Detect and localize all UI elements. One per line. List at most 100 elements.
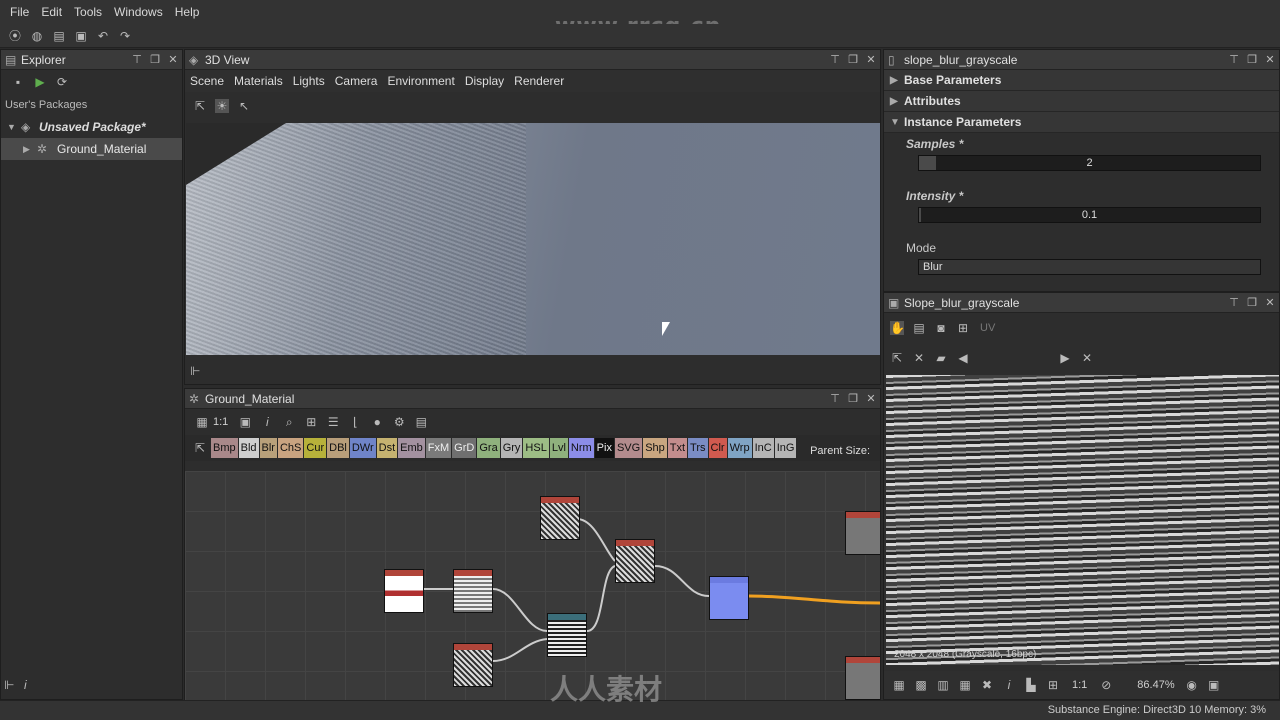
intensity-slider[interactable]: 0.1 — [918, 207, 1261, 223]
node-chip-nrm[interactable]: Nrm — [568, 438, 594, 458]
close-icon[interactable]: ✕ — [862, 53, 880, 66]
menu-edit[interactable]: Edit — [35, 5, 68, 19]
pin-icon[interactable]: ⊤ — [826, 392, 844, 405]
node-chip-ing[interactable]: InG — [774, 438, 797, 458]
zoom-icon[interactable]: ⊘ — [1099, 678, 1113, 692]
node-chip-dst[interactable]: Dst — [376, 438, 398, 458]
layout-icon[interactable]: ☰ — [326, 415, 340, 429]
node-chip-trs[interactable]: Trs — [688, 438, 708, 458]
menu-windows[interactable]: Windows — [108, 5, 169, 19]
menu-camera[interactable]: Camera — [330, 74, 383, 88]
menu-lights[interactable]: Lights — [288, 74, 330, 88]
next-icon[interactable]: ▶ — [1058, 351, 1072, 365]
brush-icon[interactable]: ✋ — [890, 321, 905, 335]
close-icon[interactable]: ✕ — [912, 351, 926, 365]
pin-icon[interactable]: ⊤ — [826, 53, 844, 66]
tree-icon[interactable]: ⊩ — [4, 678, 24, 692]
menu-materials[interactable]: Materials — [229, 74, 288, 88]
save-icon[interactable]: ▣ — [74, 29, 88, 43]
image-icon[interactable]: ▣ — [238, 415, 252, 429]
node-chip-gry[interactable]: Gry — [500, 438, 523, 458]
menu-environment[interactable]: Environment — [382, 74, 459, 88]
node-chip-emb[interactable]: Emb — [398, 438, 425, 458]
menu-help[interactable]: Help — [169, 5, 206, 19]
info-icon[interactable]: i — [24, 678, 44, 692]
color-icon[interactable]: ▦ — [892, 678, 906, 692]
fit-icon[interactable]: ⊞ — [1046, 678, 1060, 692]
output-node[interactable] — [709, 576, 749, 620]
new-icon[interactable]: ▪ — [11, 75, 25, 89]
target-icon[interactable]: ◉ — [1185, 678, 1199, 692]
tree-icon[interactable]: ⊩ — [190, 364, 200, 378]
export-icon[interactable]: ⇱ — [193, 441, 207, 455]
section-base-parameters[interactable]: ▶ Base Parameters — [884, 70, 1279, 91]
float-icon[interactable]: ❐ — [844, 392, 862, 405]
align-icon[interactable]: ⊞ — [304, 415, 318, 429]
node-chip-grd[interactable]: GrD — [452, 438, 477, 458]
cursor-icon[interactable]: ↖ — [237, 99, 251, 113]
fit-icon[interactable]: ▦ — [195, 415, 209, 429]
channels-icon[interactable]: ▥ — [936, 678, 950, 692]
graph-node[interactable] — [845, 511, 880, 555]
float-icon[interactable]: ❐ — [1243, 296, 1261, 309]
screenshot-icon[interactable]: ▣ — [1207, 678, 1221, 692]
preview-zoom[interactable]: 86.47% — [1137, 679, 1174, 691]
graph-node[interactable] — [845, 656, 880, 700]
close-icon[interactable]: ✕ — [1080, 351, 1094, 365]
folder-icon[interactable]: ▰ — [934, 351, 948, 365]
export-icon[interactable]: ⇱ — [193, 99, 207, 113]
graph-node[interactable] — [453, 643, 493, 687]
light-icon[interactable]: ☀ — [215, 99, 229, 113]
3d-viewport[interactable] — [186, 123, 880, 355]
expand-arrow-icon[interactable]: ▼ — [7, 122, 21, 132]
node-chip-fxm[interactable]: FxM — [425, 438, 452, 458]
export-icon[interactable]: ⇱ — [890, 351, 904, 365]
pin-icon[interactable]: ⊤ — [1225, 296, 1243, 309]
search-icon[interactable]: ⌕ — [282, 415, 296, 429]
settings-icon[interactable]: ⚙ — [392, 415, 406, 429]
node-chip-hsl[interactable]: HSL — [523, 438, 549, 458]
info-icon[interactable]: i — [1002, 678, 1016, 692]
samples-slider[interactable]: 2 — [918, 155, 1261, 171]
texture-preview[interactable] — [886, 375, 1279, 665]
play-icon[interactable]: ▶ — [33, 75, 47, 89]
node-chip-bmp[interactable]: Bmp — [211, 438, 238, 458]
menu-renderer[interactable]: Renderer — [509, 74, 569, 88]
collapse-arrow-icon[interactable]: ▶ — [23, 144, 37, 155]
mask-icon[interactable]: ✖ — [980, 678, 994, 692]
close-icon[interactable]: ✕ — [1261, 296, 1279, 309]
node-chip-wrp[interactable]: Wrp — [727, 438, 752, 458]
node-chip-cur[interactable]: Cur — [304, 438, 327, 458]
histogram-icon[interactable]: ▙ — [1024, 678, 1038, 692]
graph-item-row[interactable]: ▶ ✲ Ground_Material — [1, 138, 182, 160]
preview-ratio[interactable]: 1:1 — [1072, 679, 1087, 691]
undo-icon[interactable]: ↶ — [96, 29, 110, 43]
connect-icon[interactable]: ⌊ — [348, 415, 362, 429]
graph-node[interactable] — [384, 569, 424, 613]
uv-label[interactable]: UV — [980, 322, 995, 334]
node-chip-lvl[interactable]: Lvl — [549, 438, 568, 458]
node-chip-chs[interactable]: ChS — [277, 438, 304, 458]
menu-scene[interactable]: Scene — [185, 74, 229, 88]
close-icon[interactable]: ✕ — [862, 392, 880, 405]
section-attributes[interactable]: ▶ Attributes — [884, 91, 1279, 112]
mode-dropdown[interactable]: Blur — [918, 259, 1261, 275]
menu-display[interactable]: Display — [460, 74, 509, 88]
node-chip-svg[interactable]: SVG — [614, 438, 643, 458]
grid-icon[interactable]: ▦ — [958, 678, 972, 692]
menu-tools[interactable]: Tools — [68, 5, 108, 19]
node-chip-gra[interactable]: Gra — [477, 438, 500, 458]
node-chip-dbl[interactable]: DBl — [327, 438, 349, 458]
node-chip-txt[interactable]: Txt — [667, 438, 688, 458]
graph-canvas[interactable] — [185, 471, 880, 701]
section-instance-parameters[interactable]: ▼ Instance Parameters — [884, 112, 1279, 133]
redo-icon[interactable]: ↷ — [118, 29, 132, 43]
graph-node[interactable] — [540, 496, 580, 540]
pin-icon[interactable]: ⊤ — [1225, 53, 1243, 66]
frame-icon[interactable]: ▤ — [414, 415, 428, 429]
checker-icon[interactable]: ▩ — [914, 678, 928, 692]
node-chip-inc[interactable]: InC — [752, 438, 774, 458]
parent-size-label[interactable]: Parent Size: — [810, 445, 870, 457]
camera-icon[interactable]: ◙ — [934, 321, 948, 335]
graph-node[interactable] — [453, 569, 493, 613]
